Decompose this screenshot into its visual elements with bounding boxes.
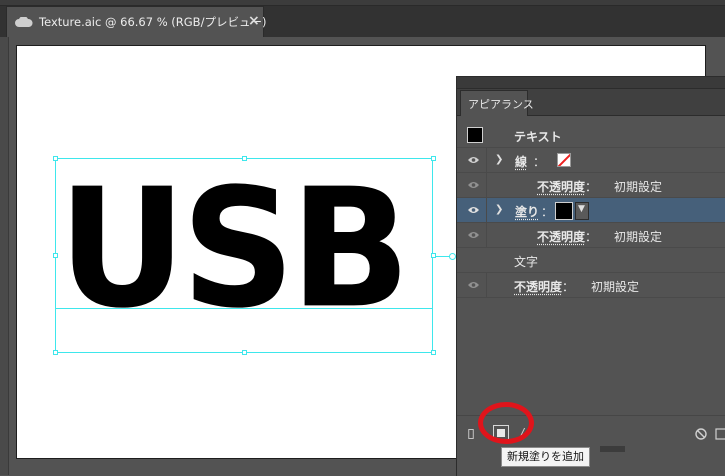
row-label-fill[interactable]: 塗り — [515, 203, 539, 220]
chevron-down-icon: ▼ — [578, 204, 585, 214]
panel-title-bar[interactable] — [457, 77, 725, 89]
visibility-column — [457, 148, 487, 172]
panel-resize-grip[interactable] — [600, 446, 625, 452]
row-value-opacity: 初期設定 — [614, 178, 662, 195]
fill-color-swatch[interactable] — [555, 202, 573, 220]
fill-swatch-dropdown[interactable]: ▼ — [575, 202, 589, 220]
clear-appearance-icon[interactable] — [695, 428, 707, 440]
row-label-opacity[interactable]: 不透明度 — [514, 278, 562, 295]
handle-middle-left[interactable] — [53, 253, 58, 258]
document-tab-title: Texture.aic @ 66.67 % (RGB/プレビュー) — [39, 14, 266, 30]
handle-top-center[interactable] — [242, 156, 247, 161]
handle-bottom-right[interactable] — [431, 350, 436, 355]
text-thread-point[interactable] — [449, 253, 456, 260]
tab-appearance-label: アピアランス — [468, 96, 534, 112]
row-label-opacity[interactable]: 不透明度 — [537, 228, 585, 245]
visibility-column — [457, 223, 487, 247]
row-colon: ： — [585, 178, 597, 195]
tooltip-add-new-fill: 新規塗りを追加 — [501, 447, 590, 467]
appearance-row-stroke[interactable]: ❯ 線 ： — [457, 148, 725, 173]
panel-tab-row: アピアランス — [457, 89, 725, 116]
row-colon: ： — [562, 278, 574, 295]
close-tab-icon[interactable]: × — [248, 13, 260, 29]
thread-line — [436, 256, 450, 257]
row-colon: ： — [533, 153, 545, 170]
appearance-row-text[interactable]: テキスト — [457, 123, 725, 148]
row-colon: ： — [585, 228, 597, 245]
text-baseline — [55, 308, 433, 309]
appearance-row-characters[interactable]: 文字 — [457, 248, 725, 273]
visibility-column — [457, 173, 487, 197]
add-new-stroke-icon[interactable] — [468, 427, 474, 441]
row-value-opacity: 初期設定 — [614, 228, 662, 245]
chevron-down-icon[interactable]: ❯ — [495, 204, 503, 215]
tab-appearance[interactable]: アピアランス — [460, 90, 528, 116]
eye-icon[interactable] — [468, 231, 479, 239]
row-colon: ： — [541, 203, 553, 220]
appearance-row-fill[interactable]: ❯ 塗り ： ▼ — [457, 198, 725, 223]
eye-icon[interactable] — [468, 281, 479, 289]
eye-icon[interactable] — [468, 156, 479, 164]
row-label-text: テキスト — [514, 128, 562, 145]
chevron-down-icon[interactable]: ❯ — [495, 154, 503, 165]
eye-icon[interactable] — [468, 181, 479, 189]
row-value-opacity: 初期設定 — [591, 278, 639, 295]
handle-bottom-left[interactable] — [53, 350, 58, 355]
appearance-row-stroke-opacity[interactable]: 不透明度 ： 初期設定 — [457, 173, 725, 198]
highlight-circle-annotation — [478, 402, 534, 444]
text-thumbnail — [467, 127, 483, 143]
eye-icon[interactable] — [468, 206, 479, 214]
appearance-row-opacity[interactable]: 不透明度 ： 初期設定 — [457, 273, 725, 298]
visibility-column — [457, 198, 487, 222]
row-label-characters: 文字 — [514, 253, 538, 270]
duplicate-item-icon[interactable] — [715, 428, 725, 440]
stroke-none-swatch[interactable] — [557, 153, 571, 167]
document-tab-bar: Texture.aic @ 66.67 % (RGB/プレビュー) × — [0, 0, 725, 37]
row-label-stroke[interactable]: 線 — [515, 153, 527, 170]
handle-bottom-center[interactable] — [242, 350, 247, 355]
row-label-opacity[interactable]: 不透明度 — [537, 178, 585, 195]
visibility-column — [457, 273, 487, 297]
handle-top-right[interactable] — [431, 156, 436, 161]
canvas-left-edge — [0, 37, 9, 475]
appearance-row-fill-opacity[interactable]: 不透明度 ： 初期設定 — [457, 223, 725, 248]
cloud-document-icon — [15, 17, 33, 27]
document-tab[interactable]: Texture.aic @ 66.67 % (RGB/プレビュー) × — [6, 6, 264, 37]
handle-top-left[interactable] — [53, 156, 58, 161]
selection-bounding-box — [55, 158, 433, 353]
